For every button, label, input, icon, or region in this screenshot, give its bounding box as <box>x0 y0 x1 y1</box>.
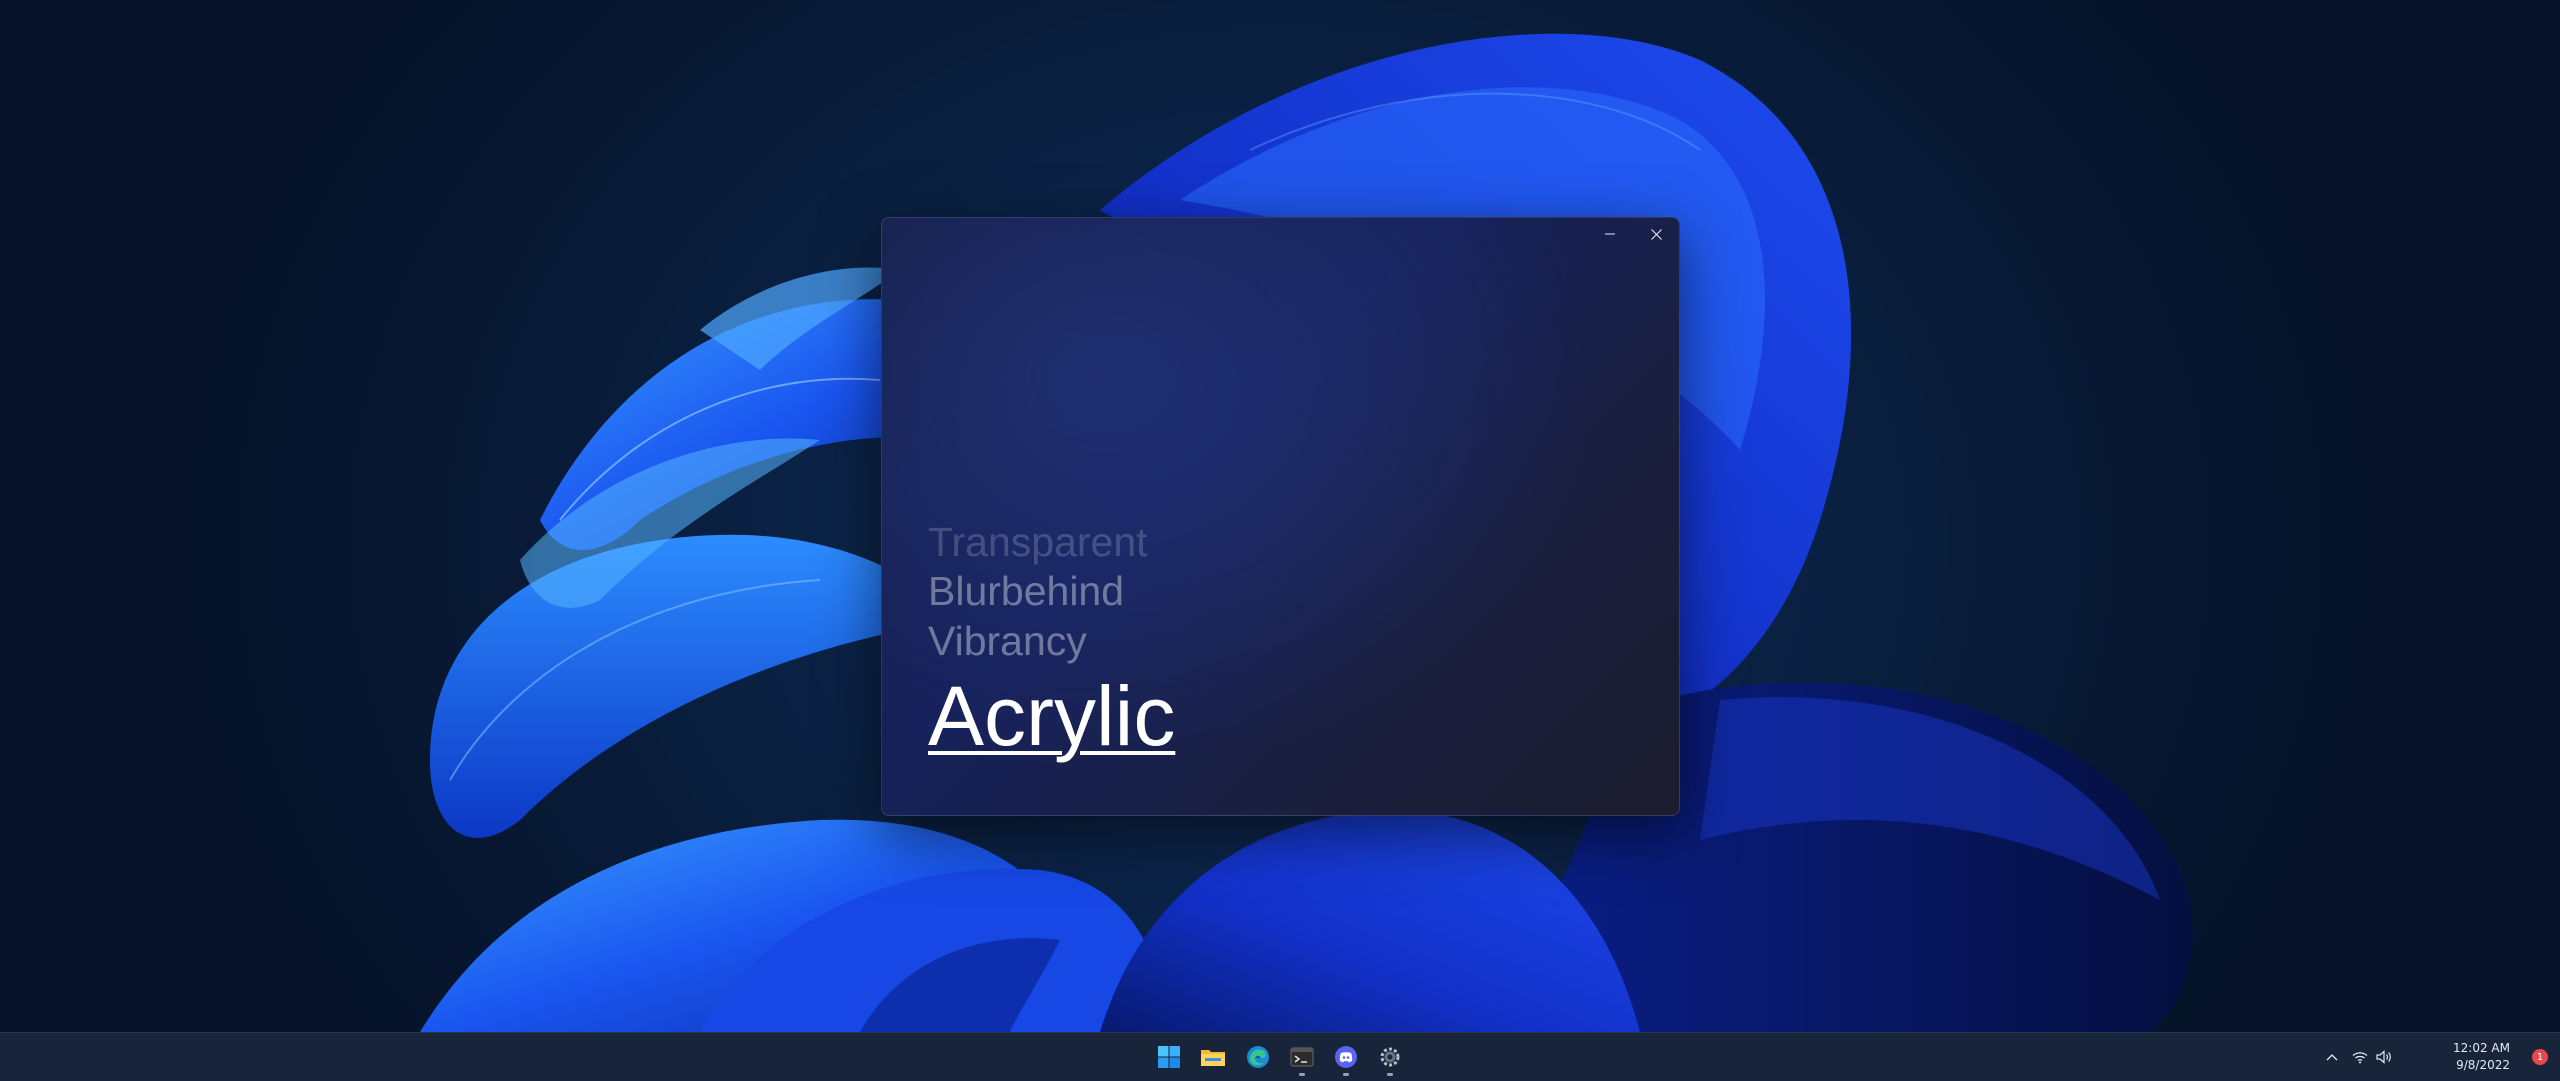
terminal-icon <box>1290 1047 1314 1067</box>
desktop: Transparent Blurbehind Vibrancy Acrylic <box>0 0 2560 1032</box>
option-transparent[interactable]: Transparent <box>928 522 1175 563</box>
close-button[interactable] <box>1633 218 1679 250</box>
option-acrylic-selected[interactable]: Acrylic <box>928 674 1175 758</box>
system-tray <box>2320 1033 2396 1081</box>
minimize-button[interactable] <box>1587 218 1633 250</box>
edge-icon <box>1247 1046 1269 1068</box>
option-vibrancy[interactable]: Vibrancy <box>928 621 1175 662</box>
notification-badge[interactable]: 1 <box>2532 1049 2548 1065</box>
start-icon <box>1158 1046 1180 1068</box>
file-explorer-icon <box>1201 1050 1225 1066</box>
network-button[interactable] <box>2348 1051 2372 1064</box>
effect-options-list: Transparent Blurbehind Vibrancy Acrylic <box>928 522 1175 759</box>
close-icon <box>1650 228 1662 240</box>
volume-button[interactable] <box>2372 1050 2396 1064</box>
wifi-icon <box>2352 1051 2368 1063</box>
terminal-button[interactable] <box>1282 1037 1322 1077</box>
show-hidden-icons-button[interactable] <box>2320 1053 2344 1061</box>
running-indicator <box>1299 1073 1305 1076</box>
running-indicator <box>1343 1073 1349 1076</box>
clock[interactable]: 12:02 AM 9/8/2022 <box>2453 1040 2510 1074</box>
settings-icon <box>1380 1047 1400 1067</box>
file-explorer-button[interactable] <box>1193 1037 1233 1077</box>
option-blurbehind[interactable]: Blurbehind <box>928 571 1175 612</box>
clock-date: 9/8/2022 <box>2456 1058 2510 1072</box>
speaker-icon <box>2376 1050 2391 1064</box>
discord-icon <box>1335 1046 1357 1068</box>
settings-button[interactable] <box>1370 1037 1410 1077</box>
start-button[interactable] <box>1149 1037 1189 1077</box>
title-bar[interactable] <box>882 218 1679 250</box>
edge-button[interactable] <box>1238 1037 1278 1077</box>
chevron-up-icon <box>2326 1054 2338 1061</box>
taskbar: 12:02 AM 9/8/2022 1 <box>0 1032 2560 1081</box>
running-indicator <box>1387 1073 1393 1076</box>
clock-time: 12:02 AM <box>2453 1041 2510 1055</box>
discord-button[interactable] <box>1326 1037 1366 1077</box>
app-window: Transparent Blurbehind Vibrancy Acrylic <box>881 217 1680 816</box>
minimize-icon <box>1605 233 1615 235</box>
